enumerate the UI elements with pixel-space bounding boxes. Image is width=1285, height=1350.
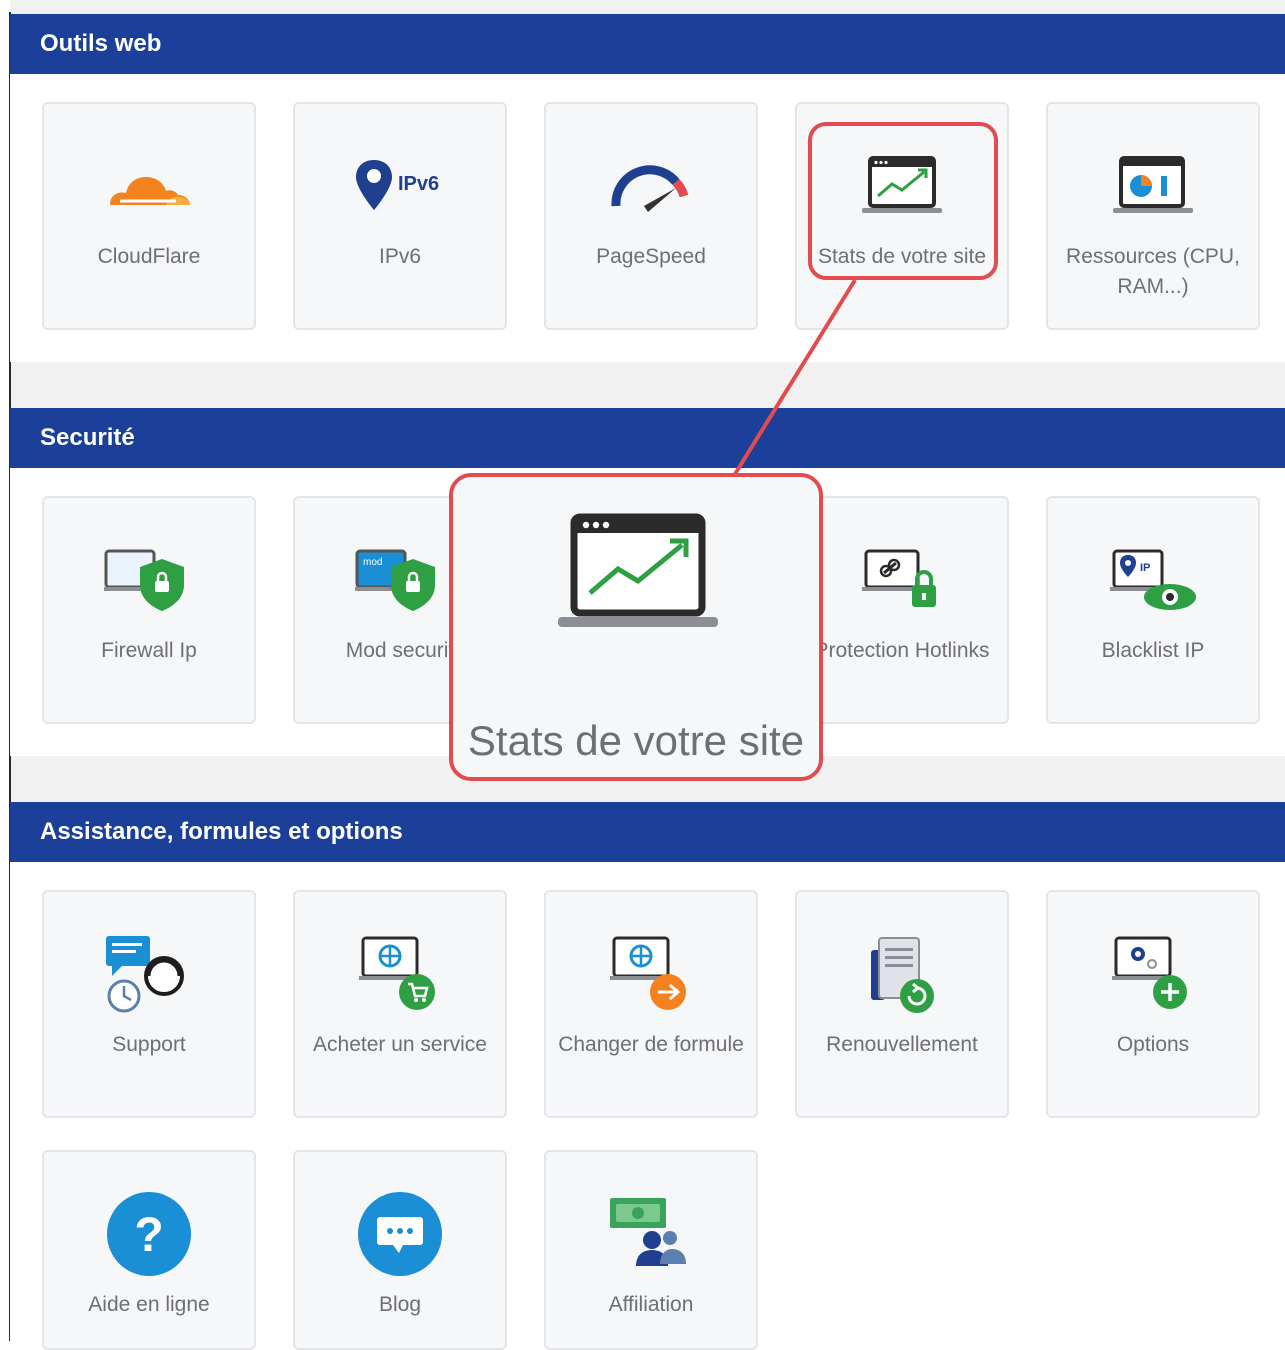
section-header-securite: Securité — [10, 408, 1285, 468]
hotlink-lock-icon — [797, 538, 1007, 622]
tile-resources[interactable]: Ressources (CPU, RAM...) — [1046, 102, 1260, 330]
ipv6-icon: IPv6 — [295, 144, 505, 228]
section-title: Assistance, formules et options — [40, 818, 403, 845]
tile-affiliation[interactable]: Affiliation — [544, 1150, 758, 1350]
tile-blacklist[interactable]: IP Blacklist IP — [1046, 496, 1260, 724]
section-title: Securité — [40, 424, 135, 451]
tile-cloudflare[interactable]: CloudFlare — [42, 102, 256, 330]
tile-label: Ressources (CPU, RAM...) — [1066, 245, 1240, 298]
ipv6-badge: IPv6 — [398, 173, 439, 195]
tile-blog[interactable]: Blog — [293, 1150, 507, 1350]
tile-label: Affiliation — [608, 1293, 694, 1316]
tile-renewal[interactable]: Renouvellement — [795, 890, 1009, 1118]
highlight-outline — [808, 122, 998, 280]
tile-firewall[interactable]: Firewall Ip — [42, 496, 256, 724]
affiliation-icon — [546, 1192, 756, 1276]
tile-label: CloudFlare — [97, 245, 201, 268]
zoom-callout: Stats de votre site — [449, 473, 823, 781]
support-headset-icon — [44, 932, 254, 1016]
tile-buy-service[interactable]: Acheter un service — [293, 890, 507, 1118]
section-header-assistance: Assistance, formules et options — [10, 802, 1285, 862]
tile-label: IPv6 — [378, 245, 422, 268]
tile-label: Renouvellement — [826, 1033, 978, 1056]
tile-label: Acheter un service — [313, 1033, 487, 1056]
tile-options[interactable]: Options — [1046, 890, 1260, 1118]
firewall-shield-icon — [44, 538, 254, 622]
change-plan-icon — [546, 932, 756, 1016]
tile-online-help[interactable]: ? Aide en ligne — [42, 1150, 256, 1350]
section-title: Outils web — [40, 30, 162, 57]
blacklist-eye-icon: IP — [1048, 538, 1258, 622]
tile-hotlinks[interactable]: Protection Hotlinks — [795, 496, 1009, 724]
buy-service-icon — [295, 932, 505, 1016]
tile-label: PageSpeed — [596, 245, 706, 268]
blog-chat-icon — [295, 1192, 505, 1276]
section-body-outils-web: CloudFlare IPv6 IPv6 PageSpeed Stats de … — [10, 74, 1285, 362]
tile-label: Blacklist IP — [1101, 639, 1205, 662]
tile-support[interactable]: Support — [42, 890, 256, 1118]
tile-label: Protection Hotlinks — [814, 639, 990, 662]
zoom-label: Stats de votre site — [467, 717, 805, 764]
tile-label: Support — [112, 1033, 186, 1056]
section-header-outils-web: Outils web — [10, 14, 1285, 74]
tile-label: Aide en ligne — [88, 1293, 210, 1316]
tile-label: Blog — [378, 1293, 422, 1316]
ip-badge: IP — [1140, 562, 1150, 574]
tile-label: Options — [1116, 1033, 1190, 1056]
mod-badge: mod — [363, 557, 382, 568]
tile-ipv6[interactable]: IPv6 IPv6 — [293, 102, 507, 330]
cloudflare-icon — [44, 144, 254, 228]
renewal-icon — [797, 932, 1007, 1016]
tile-label: Changer de formule — [558, 1033, 744, 1056]
svg-text:?: ? — [134, 1209, 163, 1262]
section-body-assistance: Support Acheter un service Changer de fo… — [10, 862, 1285, 1350]
zoomed-stats-icon — [553, 513, 723, 638]
options-gear-icon — [1048, 932, 1258, 1016]
help-question-icon: ? — [44, 1192, 254, 1276]
tile-label: Firewall Ip — [101, 639, 197, 662]
tile-pagespeed[interactable]: PageSpeed — [544, 102, 758, 330]
resources-icon — [1048, 144, 1258, 228]
speedometer-icon — [546, 144, 756, 228]
tile-change-plan[interactable]: Changer de formule — [544, 890, 758, 1118]
